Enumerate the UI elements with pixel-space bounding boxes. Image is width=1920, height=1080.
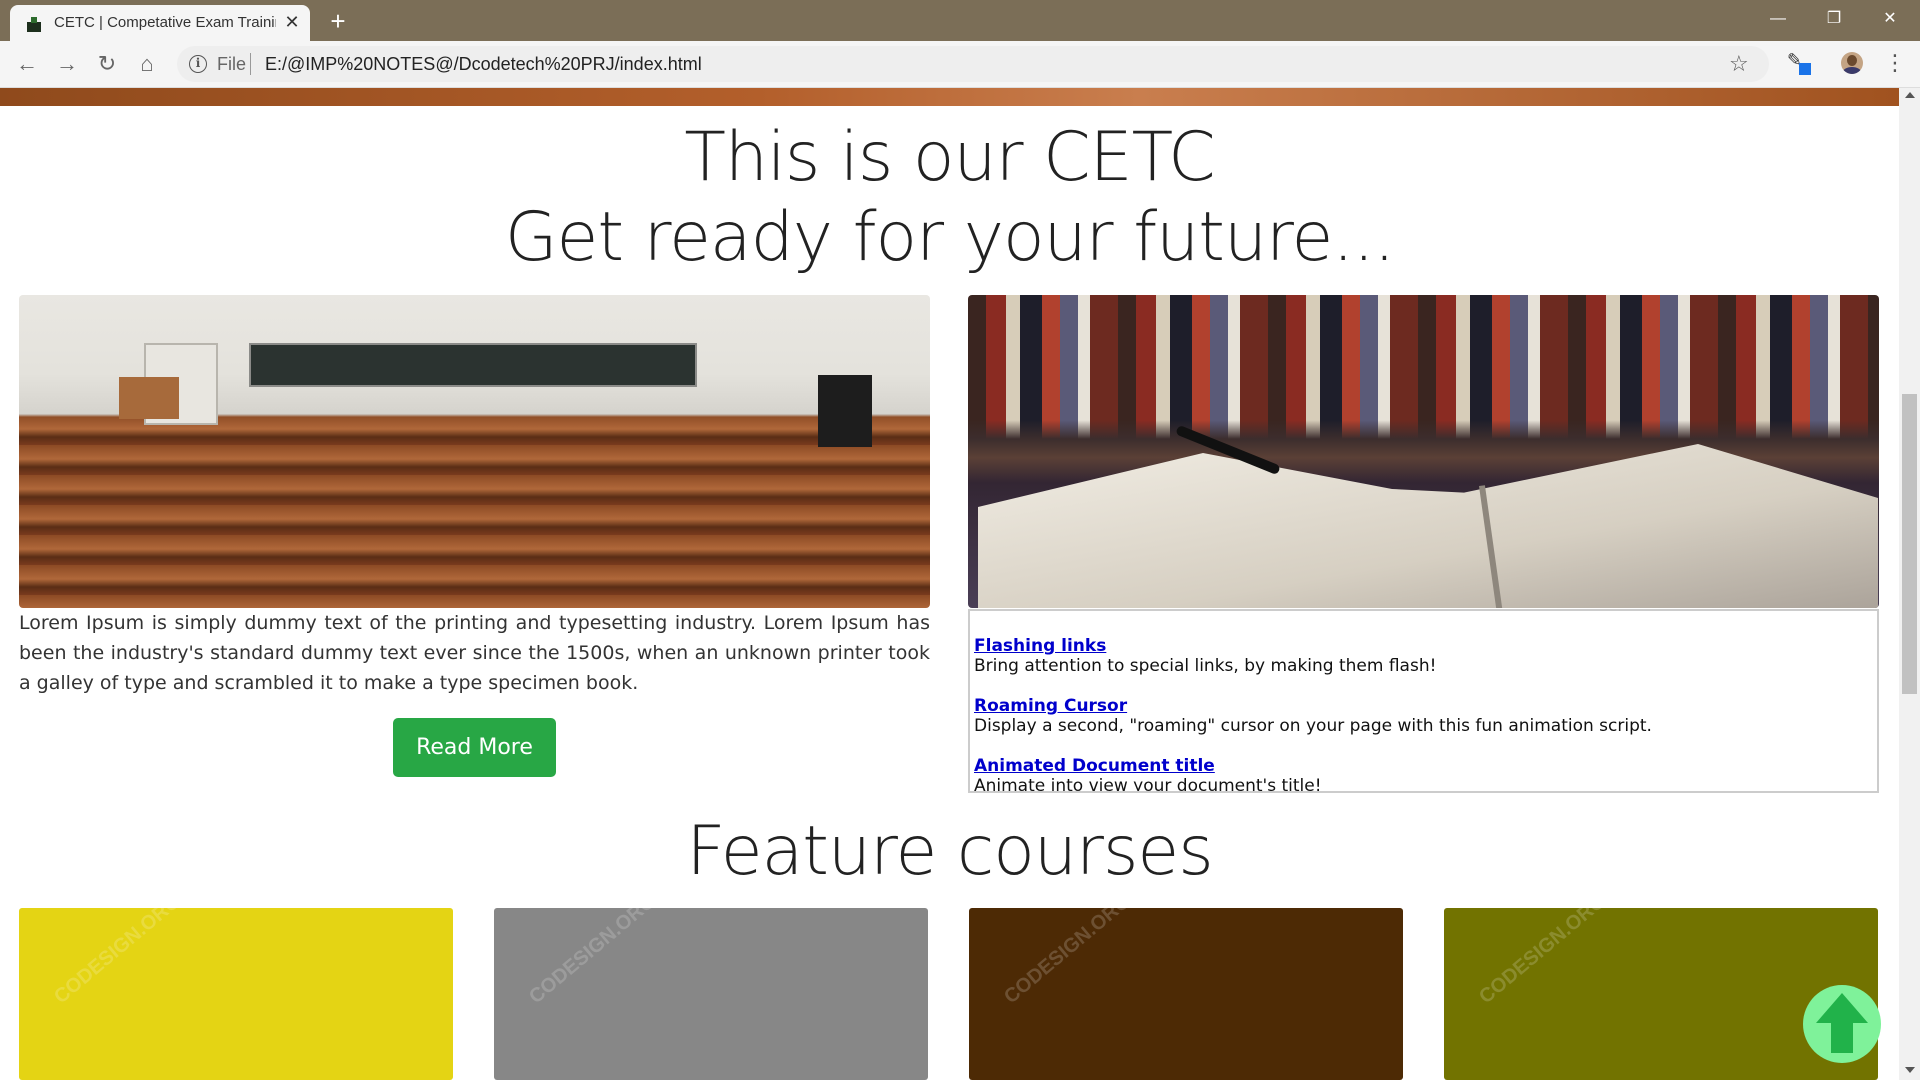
page-content: This is our CETC Get ready for your futu… [0, 88, 1899, 1080]
hero-title-line1: This is our CETC [684, 118, 1215, 197]
info-icon[interactable]: i [189, 55, 207, 73]
news-item: Flashing links Bring attention to specia… [974, 636, 1436, 676]
scroll-to-top-button[interactable] [1803, 985, 1881, 1063]
url-separator [250, 53, 251, 75]
kebab-menu-icon[interactable]: ⋮ [1884, 50, 1906, 76]
hero-title-line2: Get ready for your future... [504, 198, 1395, 277]
header-strip [0, 88, 1899, 106]
new-tab-button[interactable]: + [325, 8, 351, 34]
restore-icon[interactable]: ❐ [1806, 0, 1862, 38]
scroll-down-icon[interactable] [1905, 1067, 1915, 1073]
extension-badge [1799, 63, 1811, 75]
arrow-up-icon [1816, 993, 1868, 1023]
arrow-right-icon[interactable]: → [52, 50, 82, 78]
news-marquee: Flashing links Bring attention to specia… [968, 609, 1879, 793]
open-book-image [968, 295, 1879, 608]
arrow-left-icon[interactable]: ← [12, 50, 42, 78]
news-description: Display a second, "roaming" cursor on yo… [974, 716, 1652, 736]
read-more-button[interactable]: Read More [393, 718, 556, 777]
news-description: Animate into view your document's title! [974, 776, 1322, 793]
dark-door [818, 375, 872, 447]
course-card[interactable]: CODESIGN.ORG [19, 908, 453, 1080]
avatar-head [1847, 55, 1857, 66]
url-text[interactable]: E:/@IMP%20NOTES@/Dcodetech%20PRJ/index.h… [265, 54, 702, 74]
tab-title: CETC | Competative Exam Training [54, 14, 276, 31]
reload-icon[interactable]: ↻ [92, 50, 122, 78]
avatar-body [1843, 67, 1861, 74]
course-card[interactable]: CODESIGN.ORG [494, 908, 928, 1080]
news-item: Animated Document title Animate into vie… [974, 756, 1322, 793]
course-card[interactable]: CODESIGN.ORG [1444, 908, 1878, 1080]
home-icon[interactable]: ⌂ [132, 50, 162, 78]
watermark: CODESIGN.ORG [525, 908, 661, 1009]
scroll-up-icon[interactable] [1905, 92, 1915, 98]
news-link[interactable]: Flashing links [974, 636, 1436, 656]
browser-titlebar: CETC | Competative Exam Training ✕ + — ❐… [0, 0, 1920, 41]
tab-close-icon[interactable]: ✕ [282, 12, 302, 32]
site-favicon-icon [27, 17, 41, 32]
extension-icon[interactable]: ✎ [1787, 51, 1811, 75]
url-scheme-label: File [217, 54, 247, 74]
page-scrollbar[interactable] [1899, 88, 1920, 1080]
watermark: CODESIGN.ORG [1475, 908, 1611, 1009]
browser-tab[interactable]: CETC | Competative Exam Training ✕ [10, 5, 310, 41]
news-link[interactable]: Roaming Cursor [974, 696, 1652, 716]
watermark: CODESIGN.ORG [1000, 908, 1136, 1009]
watermark: CODESIGN.ORG [50, 908, 186, 1009]
star-icon[interactable]: ☆ [1729, 52, 1749, 76]
scroll-thumb[interactable] [1902, 394, 1917, 694]
intro-paragraph: Lorem Ipsum is simply dummy text of the … [19, 612, 930, 694]
window-close-icon[interactable]: ✕ [1862, 0, 1918, 38]
lecture-hall-image [19, 295, 930, 608]
address-bar[interactable]: i File E:/@IMP%20NOTES@/Dcodetech%20PRJ/… [177, 46, 1769, 82]
course-card[interactable]: CODESIGN.ORG [969, 908, 1403, 1080]
podium [119, 377, 179, 419]
news-item: Roaming Cursor Display a second, "roamin… [974, 696, 1652, 736]
open-book [978, 444, 1878, 608]
minimize-icon[interactable]: — [1750, 0, 1806, 38]
avatar[interactable] [1841, 52, 1863, 74]
chalkboard [249, 343, 697, 387]
news-description: Bring attention to special links, by mak… [974, 656, 1437, 676]
news-link[interactable]: Animated Document title [974, 756, 1322, 776]
arrow-up-stem [1831, 1021, 1853, 1053]
browser-toolbar: ← → ↻ ⌂ i File E:/@IMP%20NOTES@/Dcodetec… [0, 41, 1920, 88]
feature-courses-heading: Feature courses [686, 812, 1213, 891]
